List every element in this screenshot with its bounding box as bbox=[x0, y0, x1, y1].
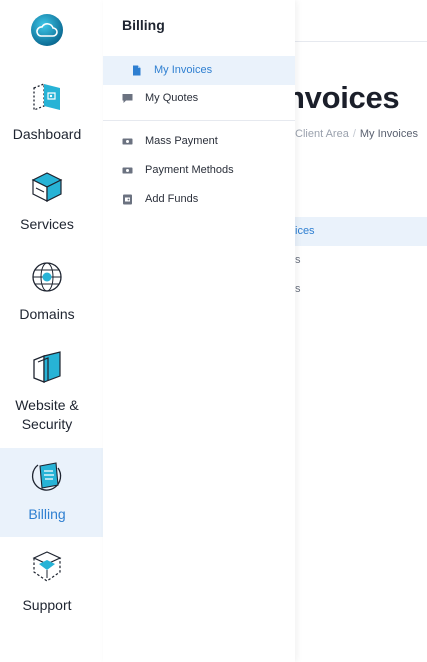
nav-label-security: Security bbox=[21, 416, 73, 432]
flyout-title: Billing bbox=[122, 17, 165, 33]
document-icon bbox=[133, 65, 141, 76]
menu-item-label: My Quotes bbox=[145, 92, 199, 104]
support-box-icon bbox=[32, 551, 62, 582]
wallet-icon bbox=[123, 194, 132, 205]
menu-item-add-funds[interactable]: Add Funds bbox=[103, 185, 295, 214]
nav-label-support: Support bbox=[22, 597, 72, 613]
services-cube-icon bbox=[31, 172, 63, 202]
main-nav-rail: Dashboard Services Domains Website & Sec… bbox=[0, 0, 103, 662]
chat-icon bbox=[122, 94, 133, 103]
bg-sidebar-item-invoices[interactable]: ices bbox=[295, 217, 427, 246]
page-title: nvoices bbox=[286, 80, 400, 115]
cash-icon bbox=[122, 167, 133, 174]
nav-item-services[interactable]: Services bbox=[0, 160, 103, 248]
breadcrumb-client-area[interactable]: Client Area bbox=[295, 128, 349, 140]
cloud-logo-icon[interactable] bbox=[31, 14, 63, 46]
menu-item-my-invoices[interactable]: My Invoices bbox=[103, 56, 295, 85]
menu-item-my-quotes[interactable]: My Quotes bbox=[103, 84, 295, 113]
menu-item-label: Add Funds bbox=[145, 193, 199, 205]
menu-item-mass-payment[interactable]: Mass Payment bbox=[103, 127, 295, 156]
nav-item-domains[interactable]: Domains bbox=[0, 250, 103, 338]
menu-item-label: Mass Payment bbox=[145, 135, 218, 147]
menu-divider bbox=[103, 120, 295, 121]
dashboard-icon bbox=[33, 83, 60, 111]
breadcrumb-separator: / bbox=[352, 128, 356, 140]
menu-item-label: Payment Methods bbox=[145, 164, 234, 176]
nav-item-website-security[interactable]: Website & Security bbox=[0, 340, 103, 446]
billing-flyout-menu: Billing My Invoices My Quotes Mass Payme… bbox=[103, 0, 295, 662]
breadcrumb-current: My Invoices bbox=[359, 128, 418, 140]
breadcrumb: Client Area / My Invoices bbox=[295, 128, 418, 140]
cash-icon bbox=[122, 138, 133, 145]
nav-item-dashboard[interactable]: Dashboard bbox=[0, 70, 103, 158]
nav-label-billing: Billing bbox=[28, 506, 66, 522]
top-bar-divider bbox=[295, 41, 427, 42]
nav-label-website: Website & bbox=[15, 397, 79, 413]
nav-item-billing[interactable]: Billing bbox=[0, 448, 103, 537]
globe-icon bbox=[32, 262, 62, 292]
menu-item-label: My Invoices bbox=[154, 64, 213, 76]
bg-sidebar-item[interactable]: s bbox=[295, 246, 427, 275]
billing-page: nvoices Client Area / My Invoices ices s s… bbox=[0, 0, 427, 662]
nav-label-services: Services bbox=[20, 216, 74, 232]
nav-label-domains: Domains bbox=[19, 306, 75, 322]
website-security-icon bbox=[33, 351, 61, 383]
menu-item-payment-methods[interactable]: Payment Methods bbox=[103, 156, 295, 185]
nav-item-support[interactable]: Support bbox=[0, 540, 103, 628]
billing-icon bbox=[31, 462, 62, 491]
nav-label-dashboard: Dashboard bbox=[12, 126, 82, 142]
bg-sidebar-item[interactable]: s bbox=[295, 275, 427, 304]
